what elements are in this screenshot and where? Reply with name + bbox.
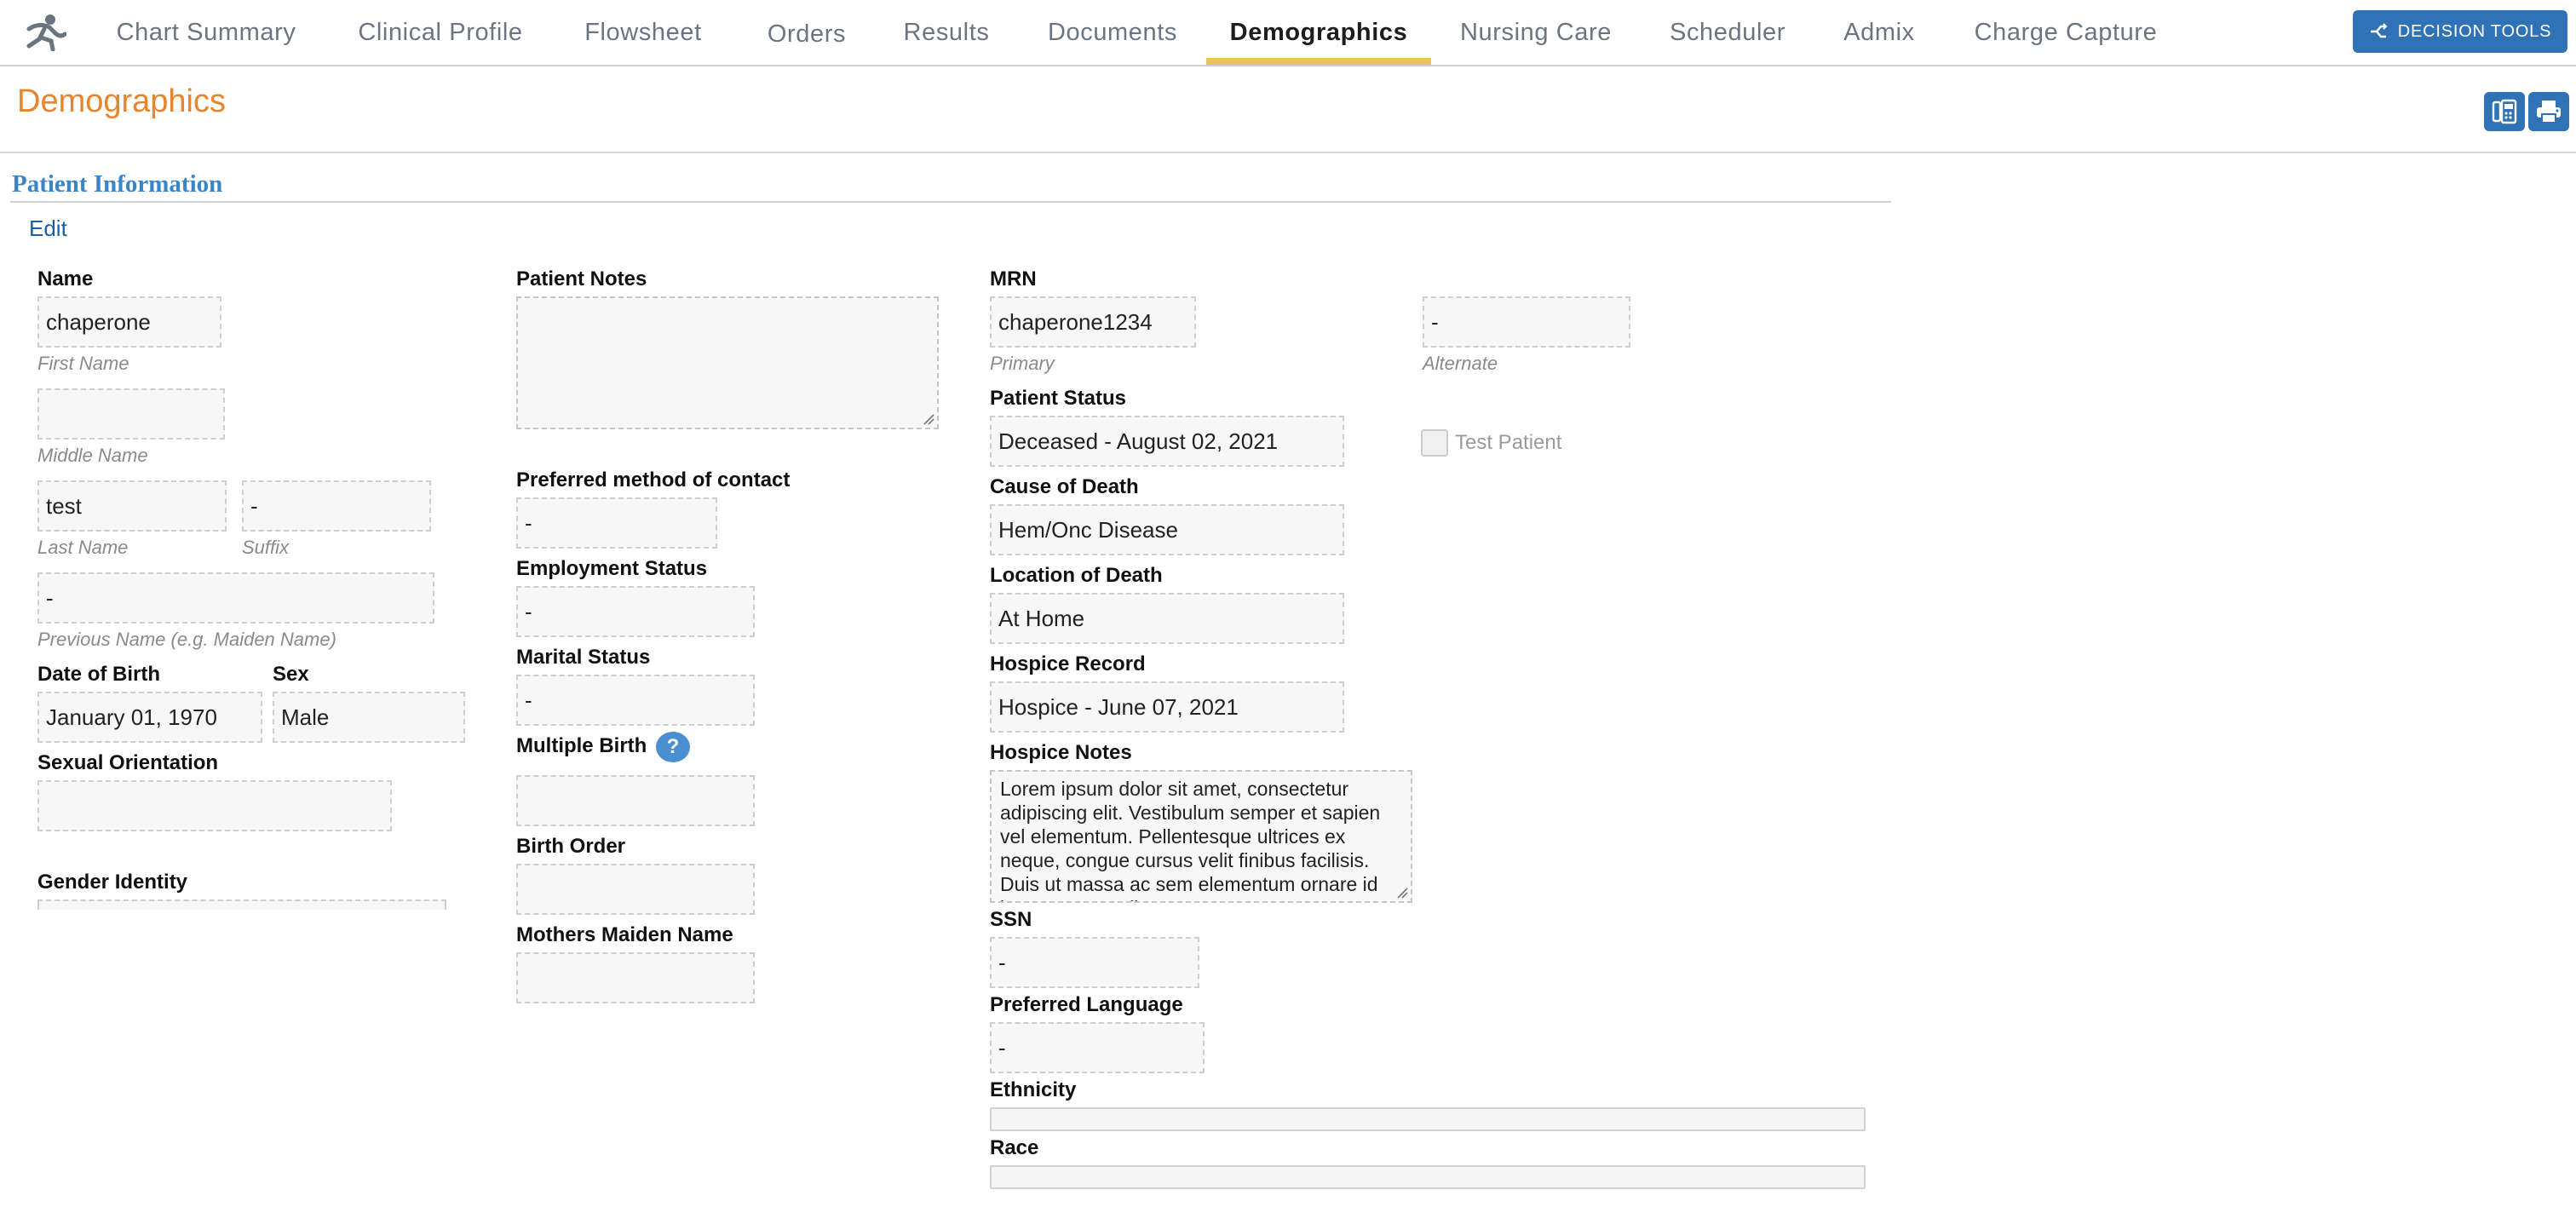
ethnicity-label: Ethnicity [990,1078,1077,1101]
tab-chart-summary[interactable]: Chart Summary [111,0,302,66]
resize-grip-icon[interactable] [923,413,934,425]
preferred-contact-field[interactable]: - [516,497,717,549]
gender-identity-label: Gender Identity [37,871,188,894]
mothers-maiden-name-field[interactable] [516,952,755,1003]
employment-status-label: Employment Status [516,557,708,580]
previous-name-field[interactable]: - [37,572,434,624]
tab-results[interactable]: Results [900,0,993,66]
fax-icon [2492,99,2517,124]
print-button[interactable] [2528,92,2569,131]
hospice-notes-textarea[interactable]: Lorem ipsum dolor sit amet, consectetur … [990,770,1412,903]
patient-status-field[interactable]: Deceased - August 02, 2021 [990,416,1344,467]
tab-demographics[interactable]: Demographics [1206,0,1431,66]
tab-orders[interactable]: Orders [763,2,850,68]
multiple-birth-help-icon[interactable]: ? [656,732,690,762]
first-name-field[interactable]: chaperone [37,296,221,348]
name-label: Name [37,267,94,290]
section-title-patient-information: Patient Information [12,170,223,198]
preferred-contact-label: Preferred method of contact [516,468,791,491]
decision-tools-label: DECISION TOOLS [2397,21,2552,41]
test-patient-checkbox[interactable] [1421,429,1448,457]
multiple-birth-field[interactable] [516,775,755,826]
middle-name-caption: Middle Name [37,445,148,466]
hospice-record-field[interactable]: Hospice - June 07, 2021 [990,681,1344,733]
location-of-death-field[interactable]: At Home [990,593,1344,644]
mrn-alternate-field[interactable]: - [1423,296,1630,348]
test-patient-label: Test Patient [1455,431,1562,454]
middle-name-field[interactable] [37,388,225,440]
section-divider [10,201,1891,203]
ssn-label: SSN [990,908,1032,931]
location-of-death-label: Location of Death [990,564,1163,587]
resize-grip-icon[interactable] [1396,887,1408,899]
birth-order-label: Birth Order [516,835,626,858]
patient-notes-textarea[interactable] [516,296,939,429]
app-logo-icon[interactable] [22,12,66,51]
hospice-notes-label: Hospice Notes [990,741,1132,764]
marital-status-label: Marital Status [516,646,651,669]
date-of-birth-field[interactable]: January 01, 1970 [37,692,262,743]
race-label: Race [990,1136,1039,1159]
mrn-label: MRN [990,267,1037,290]
patient-notes-label: Patient Notes [516,267,647,290]
edit-link[interactable]: Edit [29,216,67,242]
last-name-caption: Last Name [37,537,129,558]
mothers-maiden-name-label: Mothers Maiden Name [516,923,733,946]
multiple-birth-label: Multiple Birth [516,734,647,757]
tab-clinical-profile[interactable]: Clinical Profile [351,0,530,66]
suffix-field[interactable]: - [242,480,431,532]
tab-documents[interactable]: Documents [1043,0,1182,66]
tab-nursing-care[interactable]: Nursing Care [1457,0,1615,66]
decision-tools-button[interactable]: DECISION TOOLS [2353,10,2567,53]
mrn-alternate-caption: Alternate [1423,353,1498,374]
preferred-language-field[interactable]: - [990,1022,1205,1073]
header-divider [0,152,2576,153]
previous-name-caption: Previous Name (e.g. Maiden Name) [37,629,336,650]
preferred-language-label: Preferred Language [990,993,1183,1016]
printer-icon [2537,101,2561,124]
tab-scheduler[interactable]: Scheduler [1666,0,1789,66]
page-title: Demographics [17,83,226,119]
fax-button[interactable] [2484,92,2525,131]
last-name-field[interactable]: test [37,480,227,532]
marital-status-field[interactable]: - [516,675,755,726]
ssn-field[interactable]: - [990,937,1199,988]
sexual-orientation-field[interactable] [37,780,392,831]
birth-order-field[interactable] [516,864,755,915]
mrn-primary-caption: Primary [990,353,1055,374]
ethnicity-field[interactable] [990,1107,1866,1131]
sex-field[interactable]: Male [273,692,465,743]
top-navigation: Chart Summary Clinical Profile Flowsheet… [0,0,2576,66]
first-name-caption: First Name [37,353,129,374]
hospice-record-label: Hospice Record [990,652,1146,675]
race-field[interactable] [990,1165,1866,1189]
sex-label: Sex [273,663,309,686]
employment-status-field[interactable]: - [516,586,755,637]
sexual-orientation-label: Sexual Orientation [37,751,219,774]
mrn-primary-field[interactable]: chaperone1234 [990,296,1196,348]
gender-identity-field[interactable] [37,900,446,910]
suffix-caption: Suffix [242,537,290,558]
active-tab-indicator [1206,58,1431,65]
decision-split-icon [2370,23,2388,38]
tab-charge-capture[interactable]: Charge Capture [1969,0,2162,66]
patient-status-label: Patient Status [990,387,1127,410]
date-of-birth-label: Date of Birth [37,663,160,686]
cause-of-death-field[interactable]: Hem/Onc Disease [990,504,1344,555]
tab-flowsheet[interactable]: Flowsheet [579,0,707,66]
hospice-notes-value: Lorem ipsum dolor sit amet, consectetur … [1000,778,1381,901]
tab-admix[interactable]: Admix [1838,0,1920,66]
cause-of-death-label: Cause of Death [990,475,1139,498]
